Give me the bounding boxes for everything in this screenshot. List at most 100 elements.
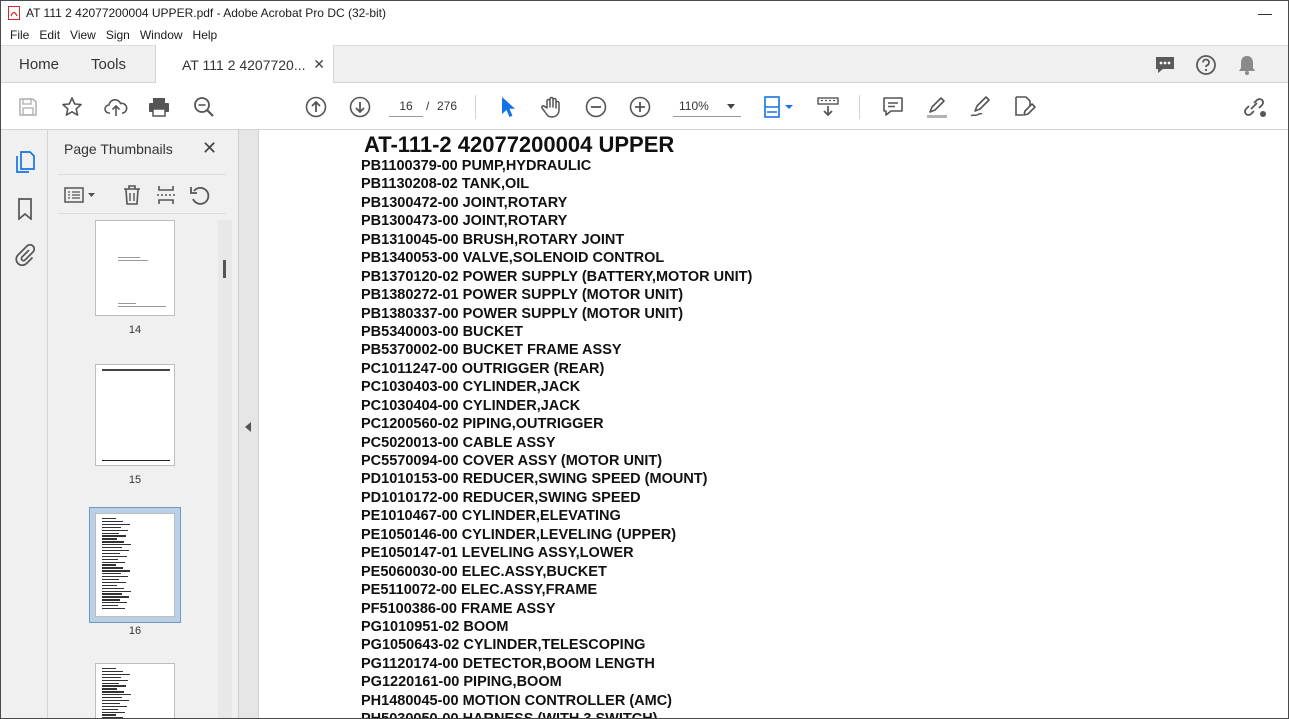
menu-file[interactable]: File (5, 28, 34, 42)
delete-trash-icon[interactable] (120, 183, 144, 207)
panel-collapse-handle[interactable] (239, 130, 259, 718)
help-icon[interactable] (1194, 53, 1218, 77)
menu-sign[interactable]: Sign (101, 28, 135, 42)
menu-window[interactable]: Window (135, 28, 188, 42)
rotate-page-icon[interactable] (188, 183, 212, 207)
edit-pdf-icon[interactable] (1011, 94, 1037, 120)
thumbnail-text-line (102, 538, 117, 540)
part-line: PB1300473-00 JOINT,ROTARY (361, 213, 568, 230)
sign-pen-icon[interactable] (968, 94, 994, 120)
thumbnail-text-line (102, 552, 120, 555)
thumbnail-text-line (102, 711, 125, 713)
thumbnail-page-15[interactable] (95, 364, 175, 466)
zoom-level-select[interactable]: 110% (673, 95, 741, 117)
part-line: PC5570094-00 COVER ASSY (MOTOR UNIT) (361, 453, 663, 469)
scrollbar-thumb[interactable] (223, 260, 226, 278)
bookmark-icon[interactable] (13, 197, 37, 221)
part-line: PF5100386-00 FRAME ASSY (361, 600, 556, 617)
thumbnail-text-line (102, 523, 130, 526)
close-tab-icon[interactable]: ✕ (313, 56, 325, 73)
thumbnail-text-line (102, 561, 125, 563)
thumbnail-scrollbar[interactable] (218, 220, 232, 718)
thumbnail-text-line (102, 673, 130, 676)
thumbnail-text-line (102, 599, 120, 601)
menu-help[interactable]: Help (188, 28, 223, 42)
thumbnail-text-line (102, 529, 128, 531)
thumbnail-tools (58, 174, 226, 214)
arrow-down-circle-icon[interactable] (347, 94, 373, 120)
thumbnail-text-line (102, 526, 121, 529)
tab-document-label: AT 111 2 4207720... (182, 56, 306, 73)
window-title: AT 111 2 42077200004 UPPER.pdf - Adobe A… (26, 6, 386, 20)
thumbnail-page-16-selected[interactable] (89, 507, 181, 623)
part-line: PG1120174-00 DETECTOR,BOOM LENGTH (361, 655, 655, 672)
thumbnail-label: 16 (128, 625, 142, 637)
part-line: PG1220161-00 PIPING,BOOM (361, 674, 562, 691)
save-icon[interactable] (15, 94, 41, 120)
attachment-paperclip-icon[interactable] (13, 243, 37, 267)
toolbar-divider (475, 95, 476, 119)
main-toolbar: 16 / 276 110% (1, 83, 1288, 130)
cursor-icon[interactable] (495, 94, 521, 120)
part-line: PB1370120-02 POWER SUPPLY (BATTERY,MOTOR… (361, 268, 753, 285)
tab-tools[interactable]: Tools (91, 46, 126, 83)
thumbnail-text-line (102, 576, 128, 578)
thumbnail-text-line (102, 714, 116, 716)
part-line: PH5030050-00 HARNESS (WITH 3 SWITCH) (361, 710, 752, 718)
arrow-up-circle-icon[interactable] (303, 94, 329, 120)
chevron-left-icon (245, 422, 251, 432)
thumbnail-text-line (102, 691, 124, 693)
page-thumbnails-icon[interactable] (13, 150, 37, 174)
printer-icon[interactable] (146, 94, 172, 120)
thumbnail-page-next[interactable] (95, 663, 175, 718)
part-line: PC1030404-00 CYLINDER,JACK (361, 397, 581, 414)
thumbnail-text-line (102, 688, 117, 690)
part-line: PB1130208-02 TANK,OIL (361, 176, 530, 193)
thumbnail-text-line (102, 607, 125, 610)
page-thumbnails-panel: Page Thumbnails ✕ 14 15 16 (48, 130, 239, 718)
thumbnail-text-line (102, 605, 118, 607)
chat-icon[interactable] (1153, 53, 1177, 77)
thumbnail-page-16 (95, 513, 175, 617)
thumbnail-page-14[interactable] (95, 220, 175, 316)
zoom-out-icon[interactable] (583, 94, 609, 120)
notifications-bell-icon[interactable] (1235, 53, 1259, 77)
scroll-mode-icon[interactable] (815, 94, 841, 120)
menu-edit[interactable]: Edit (34, 28, 65, 42)
thumbnail-text-line (102, 679, 128, 681)
page-number-input[interactable]: 16 (389, 95, 423, 117)
part-line: PE1050146-00 CYLINDER,LEVELING (UPPER) (361, 526, 677, 543)
comment-icon[interactable] (880, 94, 906, 120)
tab-document[interactable]: AT 111 2 4207720... ✕ (155, 45, 334, 84)
part-line: PD1010153-00 REDUCER,SWING SPEED (MOUNT) (361, 471, 708, 488)
thumbnail-text-line (102, 555, 127, 558)
search-zoom-icon[interactable] (191, 94, 217, 120)
upload-cloud-icon[interactable] (103, 94, 129, 120)
zoom-in-icon[interactable] (627, 94, 653, 120)
part-line: PC1200560-02 PIPING,OUTRIGGER (361, 416, 604, 433)
tab-home[interactable]: Home (19, 46, 59, 83)
part-line: PG1010951-02 BOOM (361, 618, 509, 635)
thumbnail-text-line (102, 547, 122, 549)
thumbnail-text-line (102, 532, 119, 534)
part-line: PB1310045-00 BRUSH,ROTARY JOINT (361, 231, 625, 248)
minimize-icon[interactable]: — (1242, 1, 1288, 25)
thumbnail-label: 14 (128, 324, 142, 336)
part-line: PB5370002-00 BUCKET FRAME ASSY (361, 342, 622, 359)
link-icon[interactable] (1241, 94, 1267, 120)
thumbnail-text-line (102, 699, 129, 702)
star-icon[interactable] (59, 94, 85, 120)
acrobat-app-icon (8, 6, 20, 20)
menu-view[interactable]: View (65, 28, 101, 42)
highlight-pen-icon[interactable] (924, 94, 950, 120)
close-panel-icon[interactable]: ✕ (202, 138, 217, 159)
part-line: PC1011247-00 OUTRIGGER (REAR) (361, 360, 605, 377)
fit-page-icon[interactable] (759, 94, 797, 120)
thumbnail-text-line (102, 682, 119, 684)
hand-icon[interactable] (539, 94, 565, 120)
document-view[interactable]: AT-111-2 42077200004 UPPER PB1100379-00 … (260, 130, 1288, 718)
options-menu-icon[interactable] (62, 183, 98, 207)
thumbnail-list: 14 15 16 (58, 220, 218, 718)
extract-pages-icon[interactable] (154, 183, 178, 207)
thumbnail-text-line (102, 587, 124, 589)
